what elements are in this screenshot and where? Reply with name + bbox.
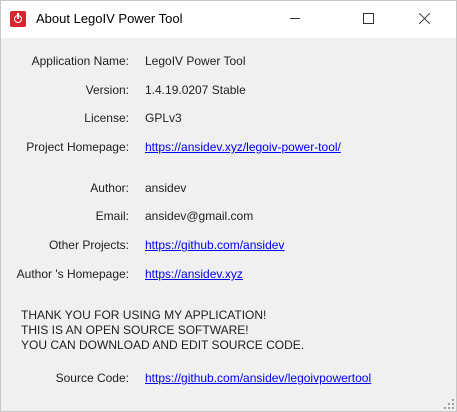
other-projects-label: Other Projects:: [48, 238, 129, 252]
author-label: Author:: [90, 181, 129, 195]
project-homepage-link[interactable]: https://ansidev.xyz/legoiv-power-tool/: [145, 140, 341, 154]
notice-line: YOU CAN DOWNLOAD AND EDIT SOURCE CODE.: [21, 338, 305, 352]
email-value: ansidev@gmail.com: [145, 209, 254, 223]
version-value: 1.4.19.0207 Stable: [145, 83, 246, 97]
notice-line: THANK YOU FOR USING MY APPLICATION!: [21, 308, 267, 322]
grip-dot: [452, 407, 454, 409]
other-projects-link[interactable]: https://github.com/ansidev: [145, 238, 284, 252]
version-label: Version:: [85, 83, 129, 97]
grip-dot: [452, 399, 454, 401]
author-homepage-label: Author 's Homepage:: [16, 267, 129, 281]
title-bar[interactable]: About LegoIV Power Tool: [1, 1, 456, 38]
grip-dot: [448, 403, 450, 405]
grip-dot: [448, 407, 450, 409]
grip-dot: [452, 403, 454, 405]
app-name-label: Application Name:: [31, 54, 129, 68]
close-icon: [418, 12, 431, 25]
close-button[interactable]: [402, 1, 448, 37]
source-code-label: Source Code:: [55, 371, 129, 385]
thank-you-notice: THANK YOU FOR USING MY APPLICATION! THIS…: [21, 308, 421, 353]
about-content: Application Name: LegoIV Power Tool Vers…: [1, 38, 456, 411]
project-homepage-label: Project Homepage:: [26, 140, 129, 154]
resize-grip[interactable]: [444, 399, 454, 409]
license-label: License:: [84, 111, 129, 125]
author-homepage-link[interactable]: https://ansidev.xyz: [145, 267, 243, 281]
window-title: About LegoIV Power Tool: [36, 11, 183, 26]
author-value: ansidev: [145, 181, 187, 195]
app-icon: [10, 11, 26, 27]
source-code-link[interactable]: https://github.com/ansidev/legoivpowerto…: [145, 371, 371, 385]
minimize-button[interactable]: [272, 1, 318, 37]
grip-dot: [444, 407, 446, 409]
notice-line: THIS IS AN OPEN SOURCE SOFTWARE!: [21, 323, 249, 337]
minimize-icon: [290, 18, 300, 19]
license-value: GPLv3: [145, 111, 182, 125]
app-name-value: LegoIV Power Tool: [145, 54, 246, 68]
maximize-icon: [363, 13, 374, 24]
email-label: Email:: [95, 209, 129, 223]
about-window: About LegoIV Power Tool Application Name…: [0, 0, 457, 412]
maximize-button[interactable]: [346, 1, 392, 37]
